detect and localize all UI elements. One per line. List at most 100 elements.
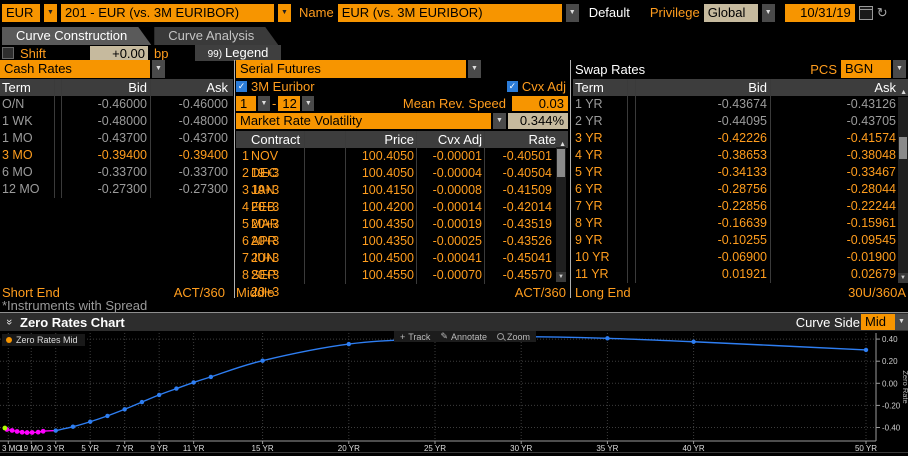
shift-checkbox[interactable] (2, 47, 14, 59)
futures-row[interactable]: 3 JAN 20+3 100.4150 -0.00008 -0.41509 (236, 182, 568, 199)
swap-rate-row[interactable]: 7 YR -0.22856 -0.22244 (573, 198, 908, 215)
bid-cell: -0.34133 (636, 164, 770, 181)
legend-button[interactable]: 99)Legend (195, 45, 281, 61)
swap-rate-row[interactable]: 6 YR -0.28756 -0.28044 (573, 181, 908, 198)
cash-rates-select[interactable]: Cash Rates (0, 60, 150, 78)
row-number-cell: 7 (236, 250, 249, 267)
futures-row[interactable]: 1 NOV 19+3 100.4050 -0.00001 -0.40501 (236, 148, 568, 165)
contract-from-arrow-icon[interactable]: ▼ (258, 96, 270, 111)
calendar-icon[interactable] (859, 6, 873, 20)
refresh-icon[interactable]: ↻ (877, 6, 888, 19)
privilege-dropdown-arrow-icon[interactable]: ▼ (762, 4, 775, 22)
curve-select[interactable]: 201 - EUR (vs. 3M EURIBOR) (61, 4, 274, 22)
term-cell: 1 YR (573, 96, 627, 113)
cash-rate-row[interactable]: 1 MO -0.43700 -0.43700 (0, 130, 233, 147)
row-number-cell: 8 (236, 267, 249, 284)
futures-row[interactable]: 4 FEB 20+3 100.4200 -0.00014 -0.42014 (236, 199, 568, 216)
ask-cell: -0.41574 (770, 130, 908, 147)
serial-futures-dropdown-arrow-icon[interactable]: ▼ (468, 60, 481, 78)
futures-row[interactable]: 2 DEC 19+3 100.4050 -0.00004 -0.40504 (236, 165, 568, 182)
zero-rates-chart[interactable]: 3 MO19 MO3 YR5 YR7 YR9 YR11 YR15 YR20 YR… (0, 331, 908, 453)
cash-rate-row[interactable]: 12 MO -0.27300 -0.27300 (0, 181, 233, 198)
spread-cell (627, 198, 636, 215)
name-dropdown-arrow-icon[interactable]: ▼ (566, 4, 579, 22)
price-cell: 100.4050 (346, 148, 416, 165)
swap-scrollbar[interactable]: ▼ (898, 97, 908, 283)
row-number-cell: 1 (236, 148, 249, 165)
swap-rate-row[interactable]: 2 YR -0.44095 -0.43705 (573, 113, 908, 130)
pcs-select[interactable]: BGN (841, 60, 891, 78)
swap-rate-row[interactable]: 1 YR -0.43674 -0.43126 (573, 96, 908, 113)
swap-rate-row[interactable]: 8 YR -0.16639 -0.15961 (573, 215, 908, 232)
volatility-select[interactable]: Market Rate Volatility (236, 113, 491, 129)
column-spacer (627, 79, 636, 96)
tab-curve-construction[interactable]: Curve Construction (2, 27, 151, 45)
long-end-label: Long End (573, 285, 631, 300)
spread-cell (627, 181, 636, 198)
futures-row[interactable]: 6 APR 20+3 100.4350 -0.00025 -0.43526 (236, 233, 568, 250)
pcs-dropdown-arrow-icon[interactable]: ▼ (893, 60, 906, 78)
bid-cell: -0.28756 (636, 181, 770, 198)
term-cell: 2 YR (573, 113, 627, 130)
zoom-button[interactable]: Zoom (497, 332, 530, 342)
svg-text:0.00: 0.00 (882, 379, 898, 388)
track-button[interactable]: +Track (400, 332, 430, 342)
cash-rates-dropdown-arrow-icon[interactable]: ▼ (152, 60, 165, 78)
swap-rate-row[interactable]: 4 YR -0.38653 -0.38048 (573, 147, 908, 164)
swap-rate-row[interactable]: 11 YR 0.01921 0.02679 (573, 266, 908, 283)
bid-cell: -0.27300 (62, 181, 150, 198)
cash-rate-row[interactable]: 1 WK -0.48000 -0.48000 (0, 113, 233, 130)
collapse-section-icon[interactable]: » (0, 316, 18, 328)
swap-rate-row[interactable]: 10 YR -0.06900 -0.01900 (573, 249, 908, 266)
ask-cell: -0.38048 (770, 147, 908, 164)
cash-rate-row[interactable]: 3 MO -0.39400 -0.39400 (0, 147, 233, 164)
futures-row[interactable]: 8 SEP 20+3 100.4550 -0.00070 -0.45570 (236, 267, 568, 284)
zero-rates-chart-canvas[interactable]: 3 MO19 MO3 YR5 YR7 YR9 YR11 YR15 YR20 YR… (0, 331, 908, 453)
name-label: Name (299, 5, 334, 20)
spread-cell (627, 130, 636, 147)
mean-rev-speed-input[interactable]: 0.03 (512, 96, 568, 111)
privilege-select[interactable]: Global (704, 4, 758, 22)
futures-row[interactable]: 5 MAR 20+3 100.4350 -0.00019 -0.43519 (236, 216, 568, 233)
curve-dropdown-arrow-icon[interactable]: ▼ (278, 4, 291, 22)
contract-from-select[interactable]: 1 (236, 96, 256, 111)
contract-to-select[interactable]: 12 (278, 96, 300, 111)
swap-rate-row[interactable]: 3 YR -0.42226 -0.41574 (573, 130, 908, 147)
contract-cell: MAR 20+3 (249, 216, 304, 233)
serial-futures-select[interactable]: Serial Futures (236, 60, 466, 78)
cash-rate-row[interactable]: 6 MO -0.33700 -0.33700 (0, 164, 233, 181)
ask-cell: -0.15961 (770, 215, 908, 232)
swap-scrollbar-thumb[interactable] (899, 137, 907, 159)
futures-scroll-down-icon[interactable]: ▼ (556, 272, 566, 282)
cash-rate-row[interactable]: O/N -0.46000 -0.46000 (0, 96, 233, 113)
contract-to-arrow-icon[interactable]: ▼ (302, 96, 314, 111)
ask-cell: -0.46000 (150, 96, 233, 113)
curve-side-select[interactable]: Mid (861, 314, 895, 330)
swap-rate-row[interactable]: 5 YR -0.34133 -0.33467 (573, 164, 908, 181)
cvx-adj-cell: -0.00008 (416, 182, 484, 199)
term-cell: 1 WK (0, 113, 54, 130)
default-label: Default (589, 5, 630, 20)
cvx-adj-checkbox[interactable]: ✓ (507, 81, 518, 92)
spread-cell (304, 250, 346, 267)
shift-input[interactable]: +0.00 (90, 46, 148, 61)
instruments-with-spread-note: *Instruments with Spread (2, 298, 147, 313)
volatility-dropdown-arrow-icon[interactable]: ▼ (493, 113, 506, 129)
ticker-dropdown-arrow-icon[interactable]: ▼ (44, 4, 57, 22)
tab-curve-analysis[interactable]: Curve Analysis (154, 27, 278, 45)
swap-rate-row[interactable]: 9 YR -0.10255 -0.09545 (573, 232, 908, 249)
svg-text:Zero Rate: Zero Rate (901, 370, 908, 403)
curve-side-dropdown-arrow-icon[interactable]: ▼ (895, 314, 908, 330)
term-cell: 11 YR (573, 266, 627, 283)
annotate-button[interactable]: ✎Annotate (440, 331, 487, 342)
name-input[interactable]: EUR (vs. 3M EURIBOR) (338, 4, 562, 22)
futures-scrollbar[interactable]: ▼ (556, 147, 566, 282)
date-input[interactable]: 10/31/19 (785, 4, 855, 22)
futures-table: 1 NOV 19+3 100.4050 -0.00001 -0.40501 2 … (236, 148, 568, 284)
futures-scrollbar-thumb[interactable] (557, 149, 565, 177)
ticker-select[interactable]: EUR (2, 4, 40, 22)
futures-row[interactable]: 7 JUN 20+3 100.4500 -0.00041 -0.45041 (236, 250, 568, 267)
swap-scroll-down-icon[interactable]: ▼ (898, 273, 908, 283)
column-header-term: Term (573, 79, 627, 96)
euribor-checkbox[interactable]: ✓ (236, 81, 247, 92)
